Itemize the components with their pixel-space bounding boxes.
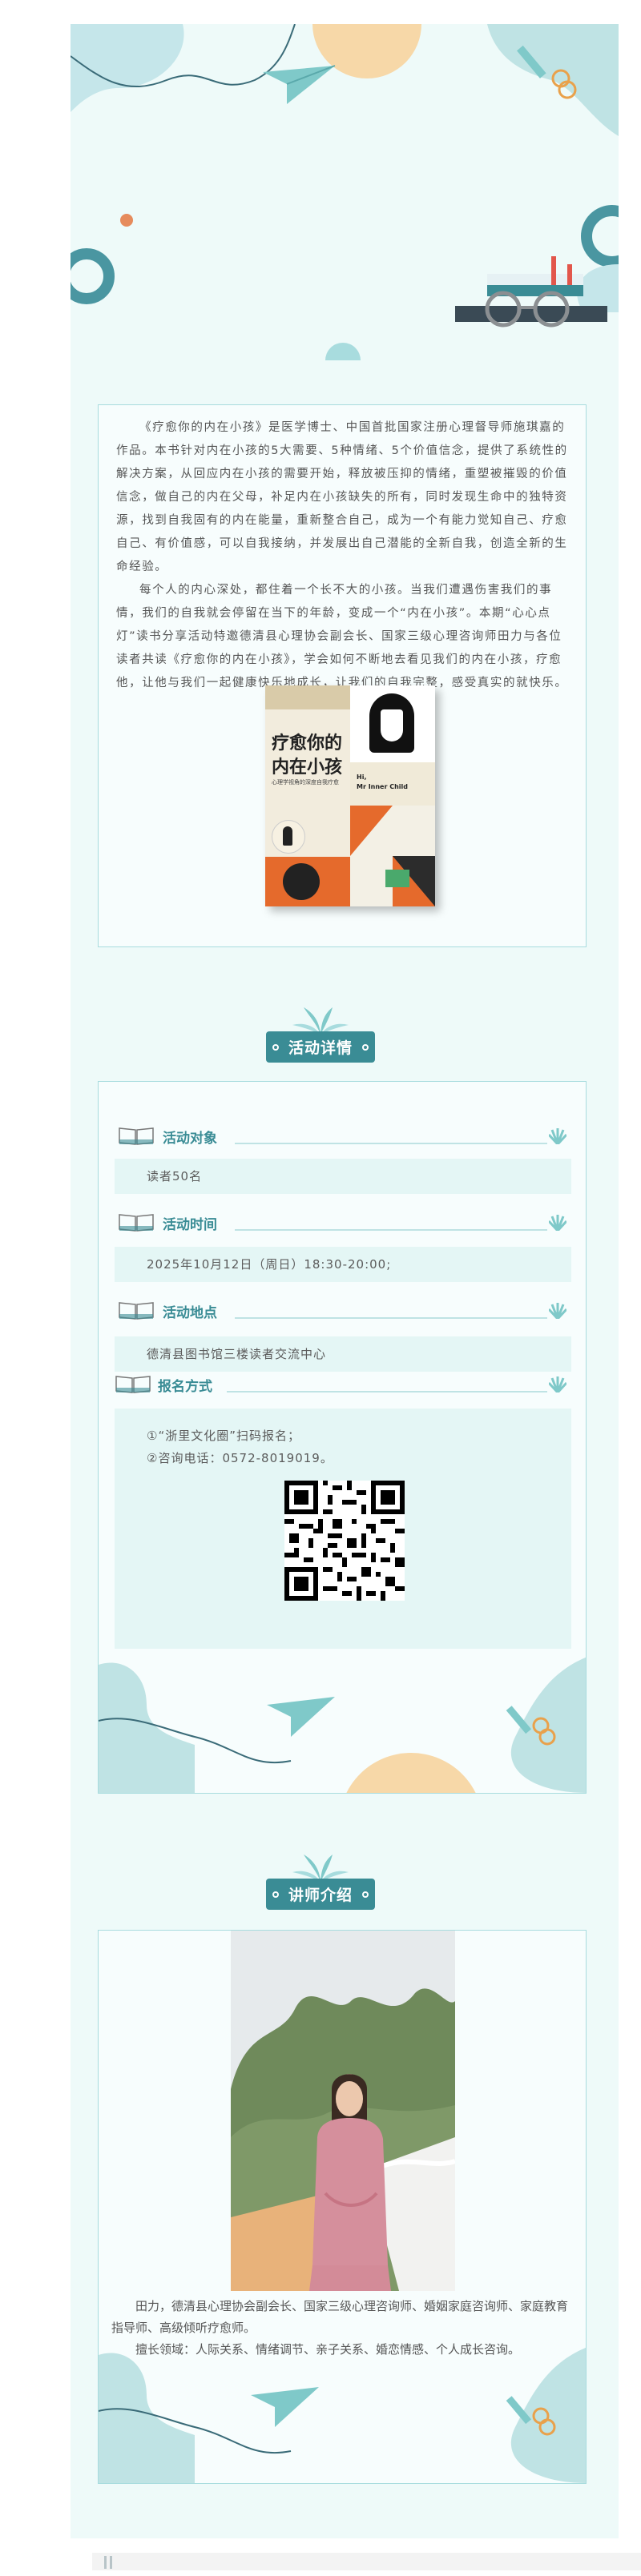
leaf-icon: [292, 1855, 349, 1882]
intro-panel: 《疗愈你的内在小孩》是医学博士、中国首批国家注册心理督导师施琪嘉的作品。本书针对…: [98, 404, 587, 947]
bottom-bar: [92, 2553, 641, 2570]
activity-heading: 活动详情: [265, 1031, 375, 1063]
place-title-row: 活动地点: [115, 1300, 571, 1324]
target-title-row: 活动对象: [115, 1125, 571, 1149]
signup-line-1: ①“浙里文化圈”扫码报名；: [147, 1429, 300, 1443]
target-title: 活动对象: [163, 1131, 217, 1147]
activity-bottom-decoration: [99, 1657, 586, 1793]
target-box: 读者50名: [115, 1159, 571, 1194]
paper-plane-icon: [251, 2387, 319, 2427]
lecturer-panel: 田力，德清县心理协会副会长、国家三级心理咨询师、婚姻家庭咨询师、家庭教育指导师、…: [98, 1930, 587, 2484]
header-decoration: [71, 24, 619, 360]
time-title: 活动时间: [163, 1217, 217, 1233]
open-book-icon: [119, 1127, 154, 1145]
book-cover-image: 疗愈你的 内在小孩 心理学视角的深度自我疗愈 Hi, Mr Inner Chil…: [265, 685, 435, 906]
ring-left: [71, 248, 115, 304]
place-title: 活动地点: [163, 1305, 217, 1321]
intro-paragraph-1: 《疗愈你的内在小孩》是医学博士、中国首批国家注册心理督导师施琪嘉的作品。本书针对…: [116, 421, 568, 573]
book-title-line2: 内在小孩: [272, 757, 343, 778]
place-value: 德清县图书馆三楼读者交流中心: [147, 1347, 327, 1361]
book-subtitle: 心理学视角的深度自我疗愈: [272, 779, 339, 786]
signup-line-2: ②咨询电话：0572-8019019。: [147, 1451, 333, 1465]
book-en-title-1: Hi,: [357, 774, 367, 781]
open-book-icon: [119, 1302, 154, 1320]
lecturer-heading-wrap: 讲师介绍: [0, 1855, 641, 1910]
lecturer-heading: 讲师介绍: [265, 1879, 375, 1910]
activity-panel: 活动对象 读者50名 活动时间 2025年10月12日（周日）18:30-20:…: [98, 1081, 587, 1794]
paper-plane-icon: [267, 1697, 335, 1737]
grass-icon: [549, 1303, 566, 1319]
lecturer-bio-line-1: 田力，德清县心理协会副会长、国家三级心理咨询师、婚姻家庭咨询师、家庭教育指导师、…: [111, 2299, 569, 2335]
orange-dot: [120, 214, 133, 227]
lecturer-photo: [231, 1931, 455, 2291]
divider-line: [235, 1317, 547, 1319]
qr-code[interactable]: [284, 1481, 405, 1601]
lecturer-bottom-decoration: [99, 2347, 586, 2483]
paper-plane-icon: [263, 66, 335, 104]
open-book-icon: [119, 1214, 154, 1232]
ring-right: [581, 205, 619, 267]
target-value: 读者50名: [147, 1169, 203, 1184]
leaf-icon: [292, 1007, 349, 1035]
signup-title: 报名方式: [158, 1379, 212, 1395]
book-title-line1: 疗愈你的: [272, 733, 343, 754]
time-value: 2025年10月12日（周日）18:30-20:00;: [147, 1257, 392, 1272]
signup-title-row: 报名方式: [115, 1373, 571, 1397]
grass-icon: [549, 1215, 566, 1231]
time-title-row: 活动时间: [115, 1212, 571, 1236]
time-box: 2025年10月12日（周日）18:30-20:00;: [115, 1247, 571, 1282]
divider-line: [235, 1229, 547, 1231]
grass-icon: [549, 1376, 566, 1392]
activity-heading-wrap: 活动详情: [0, 1007, 641, 1063]
semicircle-tab: [325, 343, 361, 360]
place-box: 德清县图书馆三楼读者交流中心: [115, 1336, 571, 1372]
book-en-title-2: Mr Inner Child: [357, 783, 408, 790]
divider-line: [227, 1391, 547, 1392]
open-book-icon: [115, 1376, 151, 1393]
intro-paragraph-2: 每个人的内心深处，都住着一个长不大的小孩。当我们遭遇伤害我们的事情，我们的自我就…: [116, 584, 568, 689]
pause-icon[interactable]: [104, 2556, 112, 2569]
divider-line: [235, 1143, 547, 1144]
intro-text: 《疗愈你的内在小孩》是医学博士、中国首批国家注册心理督导师施琪嘉的作品。本书针对…: [116, 416, 570, 695]
grass-icon: [549, 1128, 566, 1144]
